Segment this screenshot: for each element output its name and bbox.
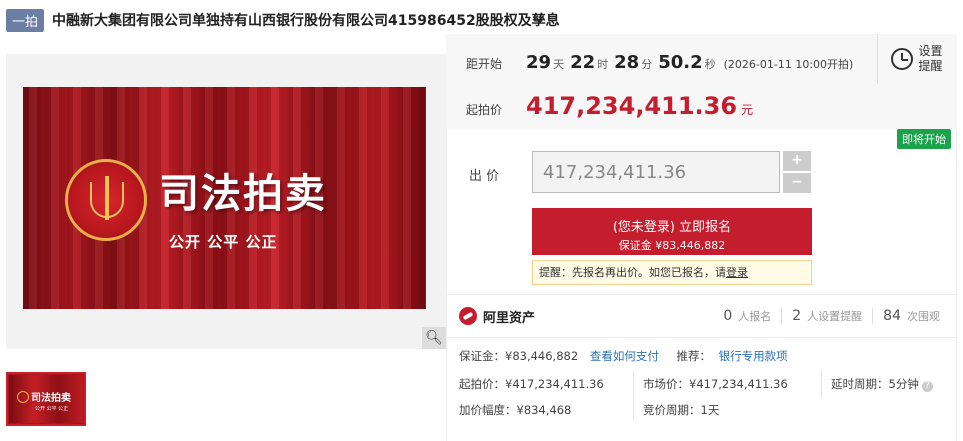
hint-text: 提醒：先报名再出价。如您已报名，请	[539, 266, 726, 279]
countdown-minutes-unit: 分	[641, 58, 653, 71]
court-emblem-icon	[65, 159, 147, 241]
reminder-label: 设置 提醒	[919, 44, 945, 74]
how-to-pay-link[interactable]: 查看如何支付	[590, 349, 659, 363]
deposit-text: 保证金：¥83,446,882	[459, 349, 579, 363]
countdown-seconds: 50.2	[658, 52, 703, 73]
start-price-unit: 元	[741, 103, 754, 117]
bid-amount-input[interactable]	[532, 151, 780, 193]
deposit-info: 保证金：¥83,446,882 查看如何支付 推荐： 银行专用款项	[459, 348, 788, 364]
auction-round-tag: 一拍	[6, 8, 45, 32]
set-reminder-button[interactable]: 设置 提醒	[877, 34, 957, 84]
countdown-hours-unit: 时	[597, 58, 609, 71]
bid-decrease-button[interactable]: −	[783, 173, 811, 193]
detail-delay-period: 延时周期：5分钟?	[831, 376, 933, 392]
recommend-label: 推荐：	[676, 349, 711, 363]
bid-label: 出 价	[469, 169, 500, 184]
status-badge: 即将开始	[897, 129, 951, 149]
countdown-minutes: 28	[614, 52, 640, 73]
reminder-count: 2 人设置提醒	[781, 308, 872, 324]
view-count-label: 次围观	[907, 310, 940, 323]
reminder-line-1: 设置	[918, 44, 943, 58]
bank-payment-link[interactable]: 银行专用款项	[719, 349, 788, 363]
bid-increase-button[interactable]: +	[783, 151, 811, 171]
signup-count-label: 人报名	[738, 310, 772, 323]
thumb-emblem-icon	[17, 391, 29, 403]
bid-section: 出 价 + − (您未登录) 立即报名 保证金 ¥83,446,882 提醒：先…	[446, 129, 957, 294]
ali-assets-logo-icon	[459, 307, 477, 325]
seller-row: 阿里资产 0 人报名 2 人设置提醒 84 次围观	[446, 294, 957, 338]
detail-increment: 加价幅度：¥834,468	[459, 403, 572, 417]
start-price: 起拍价 417,234,411.36 元	[466, 92, 753, 120]
start-price-value: 417,234,411.36	[526, 92, 738, 120]
register-button-label: (您未登录) 立即报名	[612, 220, 732, 235]
main-image[interactable]: 司法拍卖 公开 公平 公正	[23, 87, 426, 309]
reminder-count-value: 2	[792, 308, 802, 324]
image-gallery: 司法拍卖 公开 公平 公正 🔍︎	[6, 54, 446, 349]
seller-name[interactable]: 阿里资产	[483, 307, 535, 326]
detail-bid-period: 竞价周期：1天	[643, 403, 720, 417]
detail-market-price: 市场价：¥417,234,411.36	[643, 377, 788, 391]
auction-info-panel: 距开始 29 天 22 时 28 分 50.2 秒 (2026-01-11 10…	[446, 34, 957, 129]
countdown-seconds-unit: 秒	[704, 58, 716, 71]
detail-start-price: 起拍价：¥417,234,411.36	[459, 377, 604, 391]
countdown-days-unit: 天	[553, 58, 565, 71]
page-title: 中融新大集团有限公司单独持有山西银行股份有限公司415986452股股权及孳息	[52, 13, 560, 29]
countdown: 距开始 29 天 22 时 28 分 50.2 秒 (2026-01-11 10…	[466, 52, 853, 73]
view-count: 84 次围观	[872, 308, 950, 324]
countdown-label: 距开始	[466, 57, 503, 71]
banner-main-text: 司法拍卖	[159, 171, 327, 217]
delay-period-text: 延时周期：5分钟	[831, 377, 919, 391]
help-icon[interactable]: ?	[921, 381, 933, 392]
start-time-note: (2026-01-11 10:00开拍)	[723, 58, 854, 71]
banner-sub-text: 公开 公平 公正	[169, 233, 278, 251]
register-now-button[interactable]: (您未登录) 立即报名 保证金 ¥83,446,882	[532, 208, 812, 255]
alarm-clock-icon	[890, 48, 913, 70]
zoom-icon[interactable]: 🔍︎	[422, 327, 446, 349]
auction-stats: 0 人报名 2 人设置提醒 84 次围观	[713, 308, 950, 324]
view-count-value: 84	[883, 308, 901, 324]
reminder-line-2: 提醒	[918, 59, 943, 73]
reminder-count-label: 人设置提醒	[807, 310, 863, 323]
thumb-text: 司法拍卖	[31, 393, 71, 404]
deposit-amount-label: 保证金 ¥83,446,882	[618, 239, 726, 252]
thumb-sub-text: 公开 公平 公正	[35, 406, 69, 412]
auction-details: 保证金：¥83,446,882 查看如何支付 推荐： 银行专用款项 起拍价：¥4…	[446, 338, 957, 441]
login-link[interactable]: 登录	[726, 266, 748, 279]
signup-count-value: 0	[723, 308, 733, 324]
title-bar: 一拍 中融新大集团有限公司单独持有山西银行股份有限公司415986452股股权及…	[6, 8, 560, 32]
signup-hint: 提醒：先报名再出价。如您已报名，请登录	[532, 260, 812, 285]
countdown-days: 29	[526, 52, 552, 73]
countdown-hours: 22	[570, 52, 596, 73]
signup-count: 0 人报名	[713, 308, 781, 324]
thumbnail-image[interactable]: 司法拍卖 公开 公平 公正	[6, 372, 86, 426]
start-price-label: 起拍价	[466, 103, 503, 117]
